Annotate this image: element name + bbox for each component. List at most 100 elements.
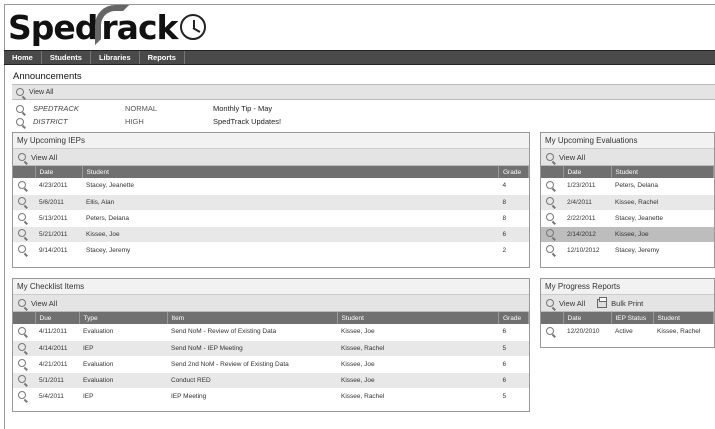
magnifier-icon[interactable] <box>546 213 554 221</box>
magnifier-icon[interactable] <box>546 180 554 189</box>
column-header-icon <box>13 166 36 178</box>
column-header-student[interactable]: Student <box>337 312 499 324</box>
progress-view-all-link[interactable]: View All <box>559 299 585 308</box>
nav-students[interactable]: Students <box>42 51 91 64</box>
announcement-priority: NORMAL <box>125 104 158 113</box>
announcements-view-all-link[interactable]: View All <box>29 89 53 96</box>
magnifier-icon[interactable] <box>18 229 26 237</box>
magnifier-icon[interactable] <box>546 153 554 161</box>
magnifier-icon[interactable] <box>546 326 554 335</box>
iep-student: Peters, Delana <box>82 210 499 227</box>
checklist-type: IEP <box>79 388 167 405</box>
ieps-view-all-link[interactable]: View All <box>31 153 57 162</box>
column-header-student[interactable]: Student <box>82 166 499 178</box>
checklist-student: Kissee, Joe <box>337 372 499 389</box>
column-header-icon <box>13 312 36 324</box>
magnifier-icon[interactable] <box>546 299 554 307</box>
iep-student: Stacey, Jeanette <box>82 178 499 195</box>
printer-icon[interactable] <box>597 296 608 308</box>
spedtrack-logo[interactable]: Sped rack <box>8 4 207 46</box>
evaluation-student: Peters, Delana <box>611 178 714 195</box>
column-header-student[interactable]: Student <box>611 166 714 178</box>
iep-date: 5/6/2011 <box>35 194 82 211</box>
table-row[interactable]: 2/22/2011 Stacey, Jeanette <box>541 210 714 227</box>
table-header-row: Due Type Item Student Grade <box>13 312 529 324</box>
magnifier-icon[interactable] <box>18 213 26 221</box>
checklist-view-all-bar: View All <box>13 295 529 312</box>
column-header-date[interactable]: Date <box>35 166 83 178</box>
nav-home[interactable]: Home <box>4 51 42 64</box>
magnifier-icon[interactable] <box>18 153 26 161</box>
nav-libraries[interactable]: Libraries <box>91 51 140 64</box>
magnifier-icon[interactable] <box>18 359 26 367</box>
progress-student: Kissee, Rachel <box>653 324 714 341</box>
evaluation-date: 12/10/2012 <box>563 242 611 259</box>
checklist-student: Kissee, Rachel <box>337 340 499 357</box>
magnifier-icon[interactable] <box>16 117 24 126</box>
table-row[interactable]: 5/1/2011 Evaluation Conduct RED Kissee, Joe… <box>13 372 529 389</box>
evaluations-view-all-link[interactable]: View All <box>559 153 585 162</box>
iep-date: 5/21/2011 <box>35 226 82 243</box>
announcement-message[interactable]: Monthly Tip - May <box>213 104 272 113</box>
table-row[interactable]: 4/11/2011 Evaluation Send NoM - Review of … <box>13 324 529 341</box>
magnifier-icon[interactable] <box>18 375 26 383</box>
table-row-selected[interactable]: 2/14/2012 Kissee, Joe <box>541 226 714 243</box>
column-header-iep-status[interactable]: IEP Status <box>611 312 654 324</box>
checklist-due: 4/11/2011 <box>35 324 79 341</box>
iep-grade: 6 <box>498 226 529 243</box>
table-header-row: Date Student <box>541 166 714 178</box>
bulk-print-link[interactable]: Bulk Print <box>611 299 643 308</box>
table-row[interactable]: 12/10/2012 Stacey, Jeremy <box>541 242 714 259</box>
column-header-student[interactable]: Student <box>653 312 714 324</box>
iep-student: Kissee, Joe <box>82 226 499 243</box>
table-row[interactable]: 5/6/2011 Ellis, Alan 8 <box>13 194 529 211</box>
checklist-view-all-link[interactable]: View All <box>31 299 57 308</box>
evaluation-date: 1/23/2011 <box>563 178 611 195</box>
magnifier-icon[interactable] <box>18 326 26 335</box>
checklist-grade: 5 <box>498 388 529 405</box>
table-row[interactable]: 5/21/2011 Kissee, Joe 6 <box>13 226 529 243</box>
main-nav: Home Students Libraries Reports <box>4 50 715 65</box>
magnifier-icon[interactable] <box>546 229 554 237</box>
magnifier-icon[interactable] <box>18 197 26 205</box>
evaluation-student: Kissee, Joe <box>611 226 714 243</box>
magnifier-icon[interactable] <box>18 299 26 307</box>
magnifier-icon[interactable] <box>18 343 26 351</box>
magnifier-icon[interactable] <box>546 197 554 205</box>
progress-date: 12/20/2010 <box>563 324 611 341</box>
column-header-grade[interactable]: Grade <box>498 166 529 178</box>
clock-icon <box>180 14 207 40</box>
upcoming-evaluations-panel: My Upcoming Evaluations View All Date St… <box>540 132 715 268</box>
table-row[interactable]: 12/20/2010 Active Kissee, Rachel <box>541 324 714 341</box>
table-row[interactable]: 4/14/2011 IEP Send NoM - IEP Meeting Kissee… <box>13 340 529 357</box>
magnifier-icon[interactable] <box>16 88 24 96</box>
table-row[interactable]: 4/21/2011 Evaluation Send 2nd NoM - Review… <box>13 356 529 373</box>
announcement-message[interactable]: SpedTrack Updates! <box>213 117 281 126</box>
table-row[interactable]: 9/14/2011 Stacey, Jeremy 2 <box>13 242 529 259</box>
column-header-date[interactable]: Date <box>563 166 612 178</box>
upcoming-ieps-panel: My Upcoming IEPs View All Date Student G… <box>12 132 530 268</box>
iep-student: Stacey, Jeremy <box>82 242 499 259</box>
progress-actions-bar: View All Bulk Print <box>541 295 714 312</box>
column-header-type[interactable]: Type <box>79 312 168 324</box>
table-row[interactable]: 5/4/2011 IEP IEP Meeting Kissee, Rachel 5 <box>13 388 529 405</box>
evaluation-student: Stacey, Jeremy <box>611 242 714 259</box>
column-header-item[interactable]: Item <box>167 312 338 324</box>
magnifier-icon[interactable] <box>18 391 26 399</box>
ieps-view-all-bar: View All <box>13 149 529 166</box>
table-row[interactable]: 2/4/2011 Kissee, Rachel <box>541 194 714 211</box>
table-row[interactable]: 5/13/2011 Peters, Delana 8 <box>13 210 529 227</box>
table-row[interactable]: 4/23/2011 Stacey, Jeanette 4 <box>13 178 529 195</box>
checklist-type: Evaluation <box>79 372 167 389</box>
ieps-table: Date Student Grade 4/23/2011 Stacey, Jean… <box>13 166 529 259</box>
magnifier-icon[interactable] <box>546 245 554 253</box>
checklist-grade: 6 <box>498 356 529 373</box>
column-header-due[interactable]: Due <box>35 312 80 324</box>
nav-reports[interactable]: Reports <box>140 51 185 64</box>
magnifier-icon[interactable] <box>16 104 24 113</box>
column-header-grade[interactable]: Grade <box>498 312 529 324</box>
magnifier-icon[interactable] <box>18 245 26 253</box>
column-header-date[interactable]: Date <box>563 312 612 324</box>
magnifier-icon[interactable] <box>18 180 26 189</box>
table-row[interactable]: 1/23/2011 Peters, Delana <box>541 178 714 195</box>
